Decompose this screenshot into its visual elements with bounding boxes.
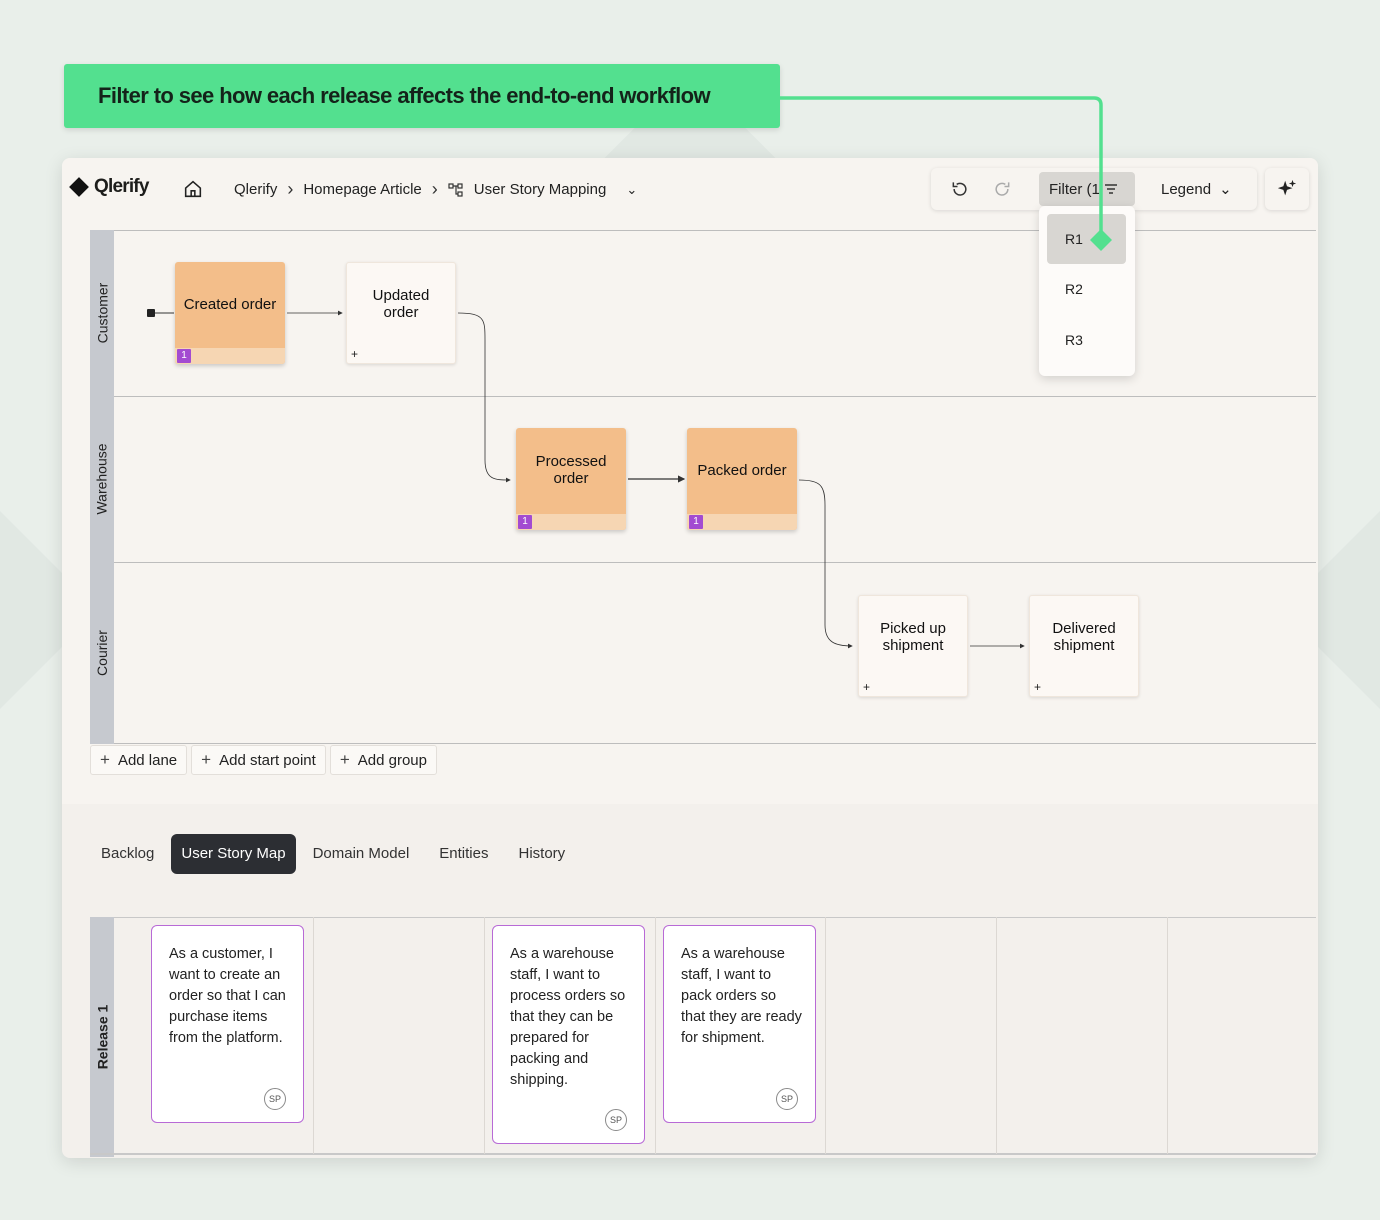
filter-option-r2[interactable]: R2 bbox=[1047, 264, 1126, 314]
chevron-right-icon: › bbox=[431, 179, 438, 199]
node-picked-up-shipment[interactable]: Picked up shipment + bbox=[858, 595, 968, 697]
story-text: As a customer, I want to create an order… bbox=[169, 946, 286, 1046]
filter-option-r3[interactable]: R3 bbox=[1047, 315, 1126, 365]
story-text: As a warehouse staff, I want to pack ord… bbox=[681, 946, 802, 1046]
plus-icon: + bbox=[100, 750, 110, 769]
story-points-badge[interactable]: SP bbox=[605, 1109, 627, 1131]
filter-dropdown: R1 R2 R3 bbox=[1039, 206, 1135, 376]
legend-label: Legend bbox=[1161, 180, 1212, 198]
column-divider bbox=[484, 917, 485, 1154]
node-delivered-shipment[interactable]: Delivered shipment + bbox=[1029, 595, 1139, 697]
release-badge: 1 bbox=[177, 349, 191, 363]
node-updated-order[interactable]: Updated order + bbox=[346, 262, 456, 364]
breadcrumb: Qlerify › Homepage Article › User Story … bbox=[234, 179, 637, 200]
story-points-badge[interactable]: SP bbox=[264, 1088, 286, 1110]
chevron-down-icon: ⌄ bbox=[1219, 181, 1232, 198]
app-window: Qlerify Qlerify › Homepage Article › Use… bbox=[62, 158, 1318, 1158]
undo-button[interactable] bbox=[939, 168, 981, 210]
canvas-actions: + Add lane + Add start point + Add group bbox=[90, 745, 437, 775]
ai-button[interactable] bbox=[1265, 168, 1309, 210]
plus-icon: + bbox=[201, 750, 212, 769]
release-label: Release 1 bbox=[94, 1004, 111, 1070]
toolbar: Filter (1 Legend ⌄ bbox=[931, 168, 1257, 210]
story-points-badge[interactable]: SP bbox=[776, 1088, 798, 1110]
column-divider bbox=[313, 917, 314, 1154]
redo-icon bbox=[995, 182, 1010, 196]
tab-backlog[interactable]: Backlog bbox=[88, 834, 167, 874]
breadcrumb-view[interactable]: User Story Mapping bbox=[474, 181, 607, 198]
column-divider bbox=[996, 917, 997, 1154]
story-card[interactable]: As a customer, I want to create an order… bbox=[151, 925, 304, 1123]
node-created-order[interactable]: Created order 1 bbox=[175, 262, 285, 364]
divider bbox=[90, 1153, 1316, 1155]
start-point-icon[interactable] bbox=[147, 309, 155, 317]
tab-user-story-map[interactable]: User Story Map bbox=[171, 834, 296, 874]
view-tabs: Backlog User Story Map Domain Model Enti… bbox=[88, 834, 578, 874]
add-group-button[interactable]: + Add group bbox=[329, 745, 437, 775]
logo-text: Qlerify bbox=[94, 176, 149, 197]
divider bbox=[114, 917, 1316, 918]
add-start-point-button[interactable]: + Add start point bbox=[191, 745, 326, 775]
release-badge: 1 bbox=[689, 515, 703, 529]
logo[interactable]: Qlerify bbox=[69, 176, 149, 198]
tree-icon bbox=[448, 182, 463, 197]
add-icon[interactable]: + bbox=[863, 680, 870, 694]
logo-mark-icon bbox=[69, 177, 89, 197]
add-icon[interactable]: + bbox=[1034, 680, 1041, 694]
release-badge: 1 bbox=[518, 515, 532, 529]
story-card[interactable]: As a warehouse staff, I want to pack ord… bbox=[663, 925, 816, 1123]
plus-icon: + bbox=[339, 750, 350, 769]
release-section: Release 1 As a customer, I want to creat… bbox=[90, 917, 1318, 1158]
tab-entities[interactable]: Entities bbox=[426, 834, 501, 874]
chevron-right-icon: › bbox=[287, 179, 294, 199]
tab-history[interactable]: History bbox=[506, 834, 579, 874]
callout-banner: Filter to see how each release affects t… bbox=[64, 64, 780, 128]
filter-label: Filter (1 bbox=[1049, 180, 1100, 198]
add-lane-button[interactable]: + Add lane bbox=[90, 745, 188, 775]
workflow-canvas: Qlerify Qlerify › Homepage Article › Use… bbox=[62, 158, 1318, 804]
column-divider bbox=[655, 917, 656, 1154]
breadcrumb-project[interactable]: Homepage Article bbox=[303, 181, 421, 198]
home-icon[interactable] bbox=[182, 178, 204, 200]
callout-text: Filter to see how each release affects t… bbox=[98, 83, 711, 108]
sparkle-icon bbox=[1277, 179, 1297, 196]
node-packed-order[interactable]: Packed order 1 bbox=[687, 428, 797, 530]
node-processed-order[interactable]: Processed order 1 bbox=[516, 428, 626, 530]
legend-button[interactable]: Legend ⌄ bbox=[1161, 180, 1232, 199]
filter-icon bbox=[1104, 184, 1117, 194]
chevron-down-icon[interactable]: ⌄ bbox=[626, 182, 637, 198]
breadcrumb-root[interactable]: Qlerify bbox=[234, 181, 277, 198]
add-icon[interactable]: + bbox=[351, 347, 358, 361]
story-card[interactable]: As a warehouse staff, I want to process … bbox=[492, 925, 645, 1144]
filter-button[interactable]: Filter (1 bbox=[1039, 172, 1135, 206]
filter-option-r1[interactable]: R1 bbox=[1047, 214, 1126, 264]
redo-button[interactable] bbox=[981, 168, 1023, 210]
column-divider bbox=[825, 917, 826, 1154]
column-divider bbox=[1167, 917, 1168, 1154]
story-text: As a warehouse staff, I want to process … bbox=[510, 946, 626, 1088]
tab-domain-model[interactable]: Domain Model bbox=[300, 834, 423, 874]
undo-icon bbox=[952, 182, 967, 196]
